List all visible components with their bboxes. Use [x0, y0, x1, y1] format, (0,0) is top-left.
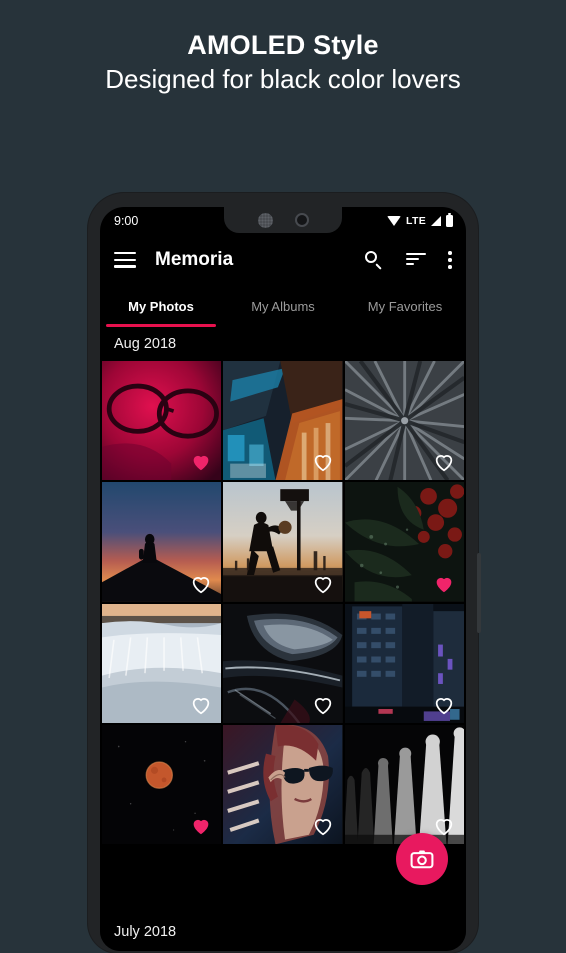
photo-tile[interactable] — [223, 603, 343, 724]
status-time: 9:00 — [114, 214, 139, 228]
photo-tile[interactable] — [102, 361, 222, 481]
favorite-heart-icon[interactable] — [190, 694, 212, 716]
status-bar: 9:00 LTE — [100, 207, 466, 235]
favorite-heart-icon[interactable] — [190, 573, 212, 595]
app-bar-actions — [365, 250, 452, 270]
photo-tile[interactable] — [223, 482, 343, 602]
photo-tile[interactable] — [102, 603, 222, 724]
tab-my-photos[interactable]: My Photos — [100, 285, 222, 327]
photo-tile[interactable] — [344, 482, 464, 602]
signal-icon — [431, 216, 441, 226]
favorite-heart-icon[interactable] — [190, 815, 212, 837]
favorite-heart-icon[interactable] — [312, 815, 334, 837]
hamburger-menu-icon[interactable] — [114, 252, 136, 268]
search-icon[interactable] — [365, 250, 384, 270]
promo-text-block: AMOLED Style Designed for black color lo… — [0, 28, 566, 97]
lte-label: LTE — [406, 215, 426, 227]
camera-fab-button[interactable] — [396, 833, 448, 885]
photo-tile[interactable] — [102, 482, 222, 602]
tab-my-favorites[interactable]: My Favorites — [344, 285, 466, 327]
app-title: Memoria — [155, 249, 234, 270]
phone-screen: 9:00 LTE Memoria My Photos My Albums My … — [100, 207, 466, 951]
promo-subheadline: Designed for black color lovers — [105, 64, 461, 94]
favorite-heart-icon[interactable] — [433, 694, 455, 716]
sort-icon[interactable] — [406, 253, 426, 267]
phone-mockup-frame: 9:00 LTE Memoria My Photos My Albums My … — [88, 193, 481, 953]
favorite-heart-icon[interactable] — [433, 573, 455, 595]
promo-headline: AMOLED Style — [187, 30, 379, 60]
section-header-aug-2018: Aug 2018 — [100, 327, 466, 361]
section-title: Aug 2018 — [114, 336, 177, 352]
favorite-heart-icon[interactable] — [312, 573, 334, 595]
status-indicators: LTE — [387, 212, 453, 227]
favorite-heart-icon[interactable] — [312, 451, 334, 473]
photo-tile[interactable] — [344, 603, 464, 724]
favorite-heart-icon[interactable] — [312, 694, 334, 716]
tab-my-albums[interactable]: My Albums — [222, 285, 344, 327]
photo-tile[interactable] — [223, 361, 343, 481]
photo-tile[interactable] — [344, 725, 464, 845]
favorite-heart-icon[interactable] — [190, 451, 212, 473]
photo-tile[interactable] — [344, 361, 464, 481]
tab-bar: My Photos My Albums My Favorites — [100, 285, 466, 327]
overflow-menu-icon[interactable] — [448, 251, 452, 269]
phone-power-button[interactable] — [477, 553, 481, 633]
favorite-heart-icon[interactable] — [433, 815, 455, 837]
app-bar: Memoria — [100, 235, 466, 285]
tab-my-favorites-label: My Favorites — [367, 298, 443, 314]
photo-grid — [100, 361, 466, 845]
battery-icon — [446, 212, 453, 227]
section-header-july-2018: July 2018 — [100, 913, 466, 951]
tab-my-albums-label: My Albums — [251, 298, 315, 314]
favorite-heart-icon[interactable] — [433, 451, 455, 473]
photo-tile[interactable] — [223, 725, 343, 845]
tab-my-photos-label: My Photos — [128, 298, 194, 314]
wifi-icon — [387, 216, 402, 226]
photo-tile[interactable] — [102, 725, 222, 845]
section-title: July 2018 — [114, 924, 177, 940]
camera-icon — [410, 850, 434, 869]
